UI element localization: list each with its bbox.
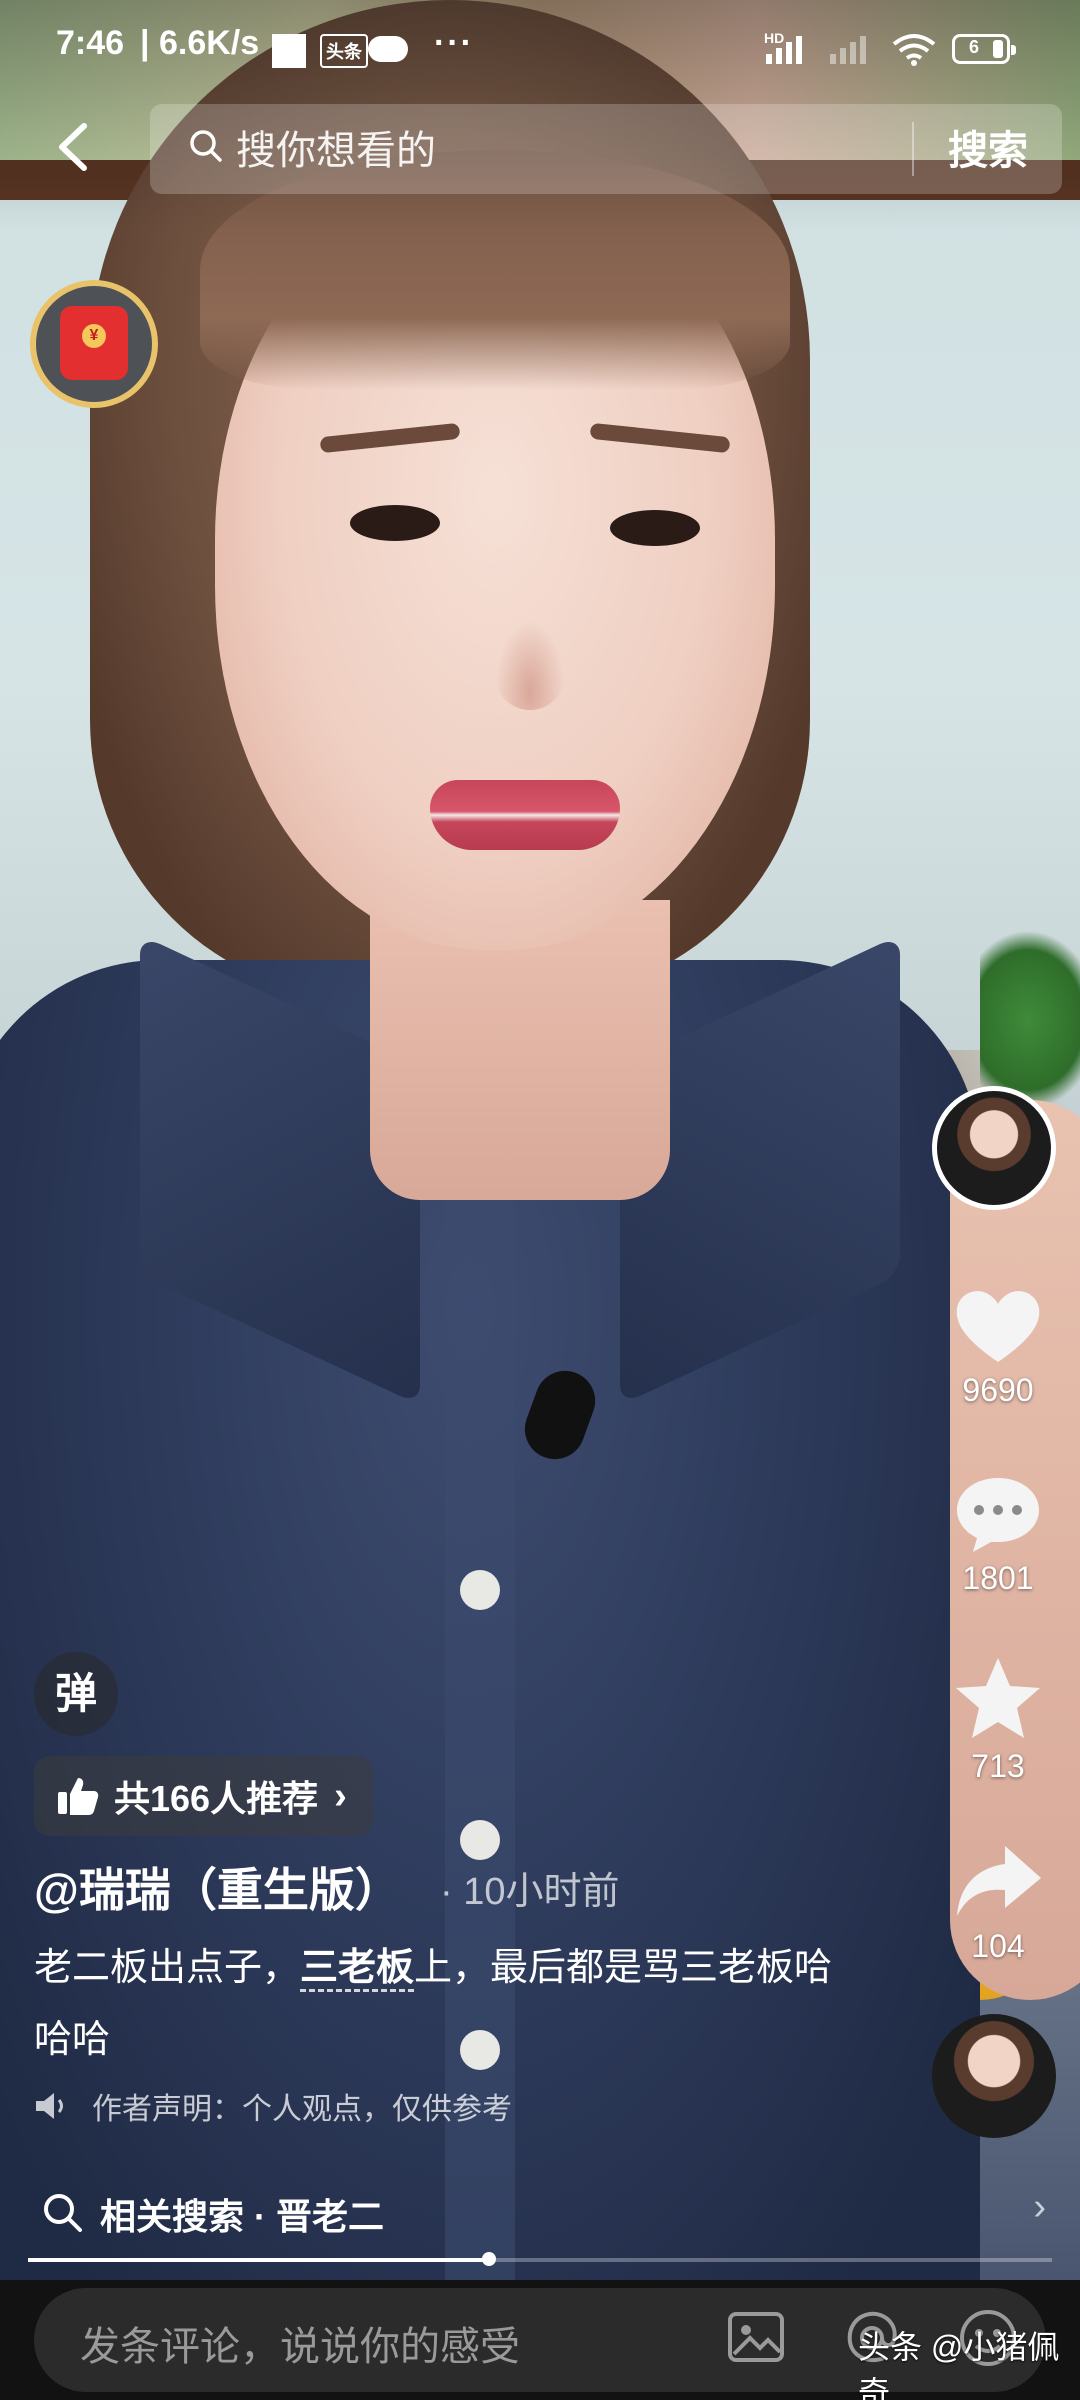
red-packet-icon: ¥ [60, 306, 128, 380]
share-button[interactable]: 104 [940, 1842, 1056, 1965]
comment-button[interactable]: 1801 [940, 1474, 1056, 1597]
post-caption: 老二板出点子，三老板上，最后都是骂三老板哈哈哈 [34, 1932, 854, 2076]
like-button[interactable]: 9690 [940, 1286, 1056, 1409]
caption-highlight-link[interactable]: 三老板 [300, 1947, 415, 1992]
comment-count: 1801 [962, 1560, 1034, 1596]
star-icon [956, 1658, 1040, 1738]
signal-2-icon [830, 36, 866, 64]
left-eye [350, 505, 440, 541]
speaker-icon [36, 2093, 63, 2119]
related-search-label: 相关搜索 · 晋老二 [100, 2196, 384, 2237]
shirt-button [460, 1570, 500, 1610]
right-eye [610, 510, 700, 546]
chevron-right-icon: › [334, 1774, 347, 1817]
battery-icon: 6 [952, 34, 1016, 64]
music-avatar[interactable] [932, 2014, 1056, 2138]
related-search-bar[interactable]: 相关搜索 · 晋老二 › [0, 2168, 1080, 2256]
author-disclaimer: 作者声明：个人观点，仅供参考 [34, 2084, 512, 2128]
notification-square-icon [272, 34, 306, 68]
post-time: · 10小时前 [440, 1871, 620, 1913]
cloud-icon [368, 36, 408, 62]
favorite-count: 713 [971, 1748, 1025, 1784]
search-placeholder[interactable]: 搜你想看的 [236, 118, 436, 176]
status-bar: 7:46 | 6.6K/s 头条 ··· HD 6 [0, 0, 1080, 100]
wifi-icon [892, 34, 936, 66]
progress-handle[interactable] [482, 2252, 496, 2266]
video-progress-bar[interactable] [28, 2252, 1052, 2266]
coin-icon: ¥ [82, 324, 106, 348]
toutiao-notification-icon: 头条 [320, 34, 368, 68]
battery-level [993, 40, 1003, 58]
recommend-pill[interactable]: 共166人推荐 › [34, 1756, 373, 1836]
person-nose [495, 620, 565, 710]
back-arrow-icon[interactable] [44, 112, 104, 182]
search-icon [44, 2194, 82, 2232]
network-speed: | 6.6K/s [140, 24, 260, 62]
author-name[interactable]: @瑞瑞（重生版） [34, 1854, 401, 1920]
share-icon [957, 1846, 1041, 1916]
search-icon [190, 130, 222, 162]
like-count: 9690 [962, 1372, 1034, 1408]
search-button[interactable]: 搜索 [948, 118, 1028, 176]
search-divider [912, 122, 914, 176]
recommend-text: 共166人推荐 [114, 1778, 319, 1819]
battery-value: 6 [969, 37, 980, 57]
author-avatar[interactable] [932, 1086, 1056, 1210]
signal-icon [766, 36, 802, 64]
more-notifications-icon: ··· [434, 24, 474, 62]
status-time: 7:46 [56, 24, 125, 62]
person-mouth [430, 780, 620, 850]
favorite-button[interactable]: 713 [940, 1656, 1056, 1785]
background-plant [980, 930, 1080, 1110]
chevron-right-icon: › [1033, 2186, 1046, 2228]
caption-text: 老二板出点子， [34, 1947, 301, 1989]
image-icon[interactable] [724, 2306, 788, 2370]
heart-icon [956, 1291, 1040, 1362]
video-screen: 7:46 | 6.6K/s 头条 ··· HD 6 搜你想看的 搜索 ¥ 969… [0, 0, 1080, 2400]
comment-icon [957, 1478, 1039, 1552]
share-count: 104 [971, 1928, 1025, 1964]
comment-placeholder[interactable]: 发条评论，说说你的感受 [80, 2314, 520, 2372]
thumbs-up-icon [58, 1778, 99, 1815]
watermark: 头条 @小猪佩奇 [858, 2329, 1060, 2400]
danmu-toggle-button[interactable]: 弹 [34, 1652, 118, 1736]
disclaimer-text: 作者声明：个人观点，仅供参考 [92, 2093, 512, 2126]
progress-fill [28, 2258, 489, 2262]
shirt-button [460, 1820, 500, 1860]
red-packet-button[interactable]: ¥ [30, 280, 158, 408]
